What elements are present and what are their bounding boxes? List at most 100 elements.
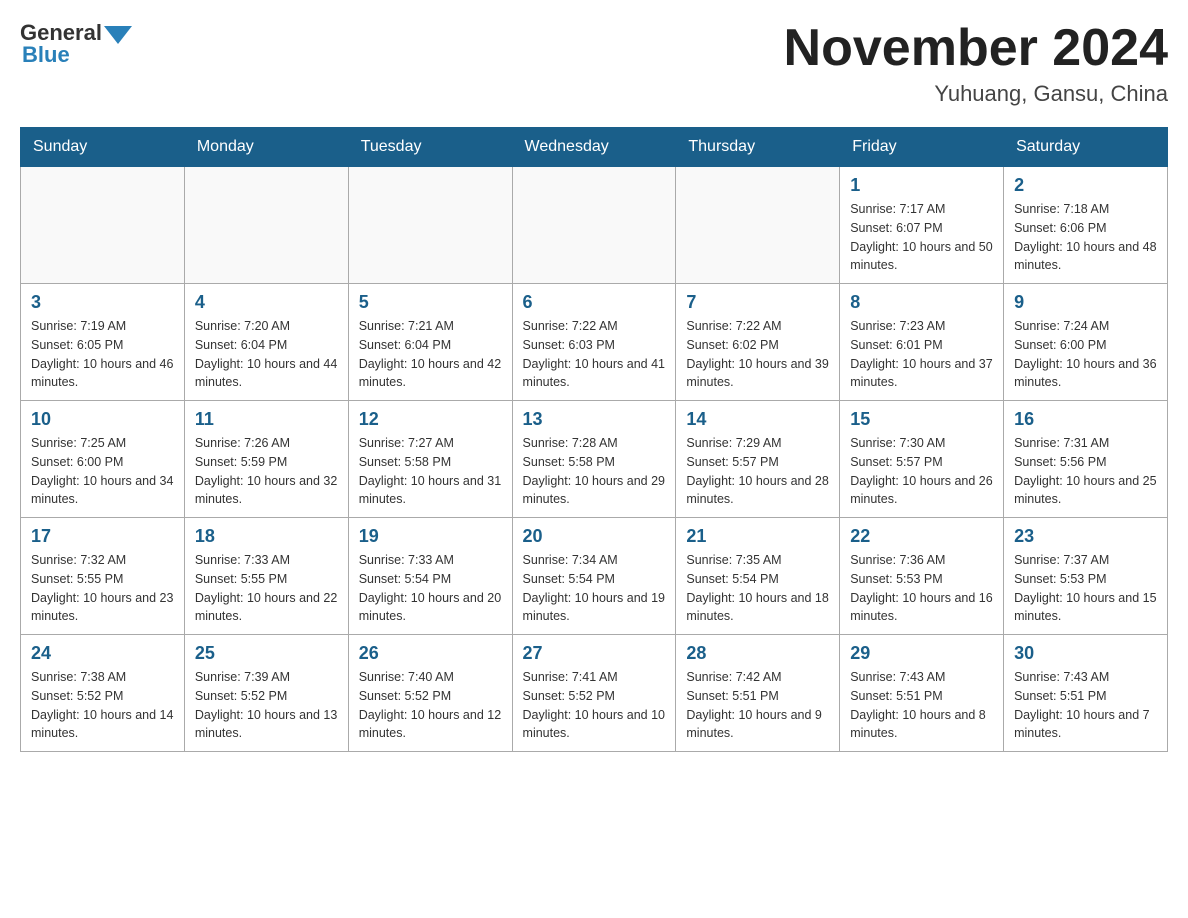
day-number: 16	[1014, 409, 1157, 430]
day-number: 5	[359, 292, 502, 313]
calendar-cell	[512, 167, 676, 284]
day-number: 22	[850, 526, 993, 547]
location-text: Yuhuang, Gansu, China	[784, 81, 1168, 107]
day-number: 1	[850, 175, 993, 196]
calendar-cell: 10 Sunrise: 7:25 AMSunset: 6:00 PMDayligh…	[21, 401, 185, 518]
day-number: 28	[686, 643, 829, 664]
calendar-cell: 16 Sunrise: 7:31 AMSunset: 5:56 PMDayligh…	[1004, 401, 1168, 518]
day-info: Sunrise: 7:28 AMSunset: 5:58 PMDaylight:…	[523, 434, 666, 509]
calendar-cell: 14 Sunrise: 7:29 AMSunset: 5:57 PMDayligh…	[676, 401, 840, 518]
calendar-cell: 30Sunrise: 7:43 AMSunset: 5:51 PMDayligh…	[1004, 635, 1168, 752]
calendar-cell: 26 Sunrise: 7:40 AMSunset: 5:52 PMDayligh…	[348, 635, 512, 752]
day-info: Sunrise: 7:18 AMSunset: 6:06 PMDaylight:…	[1014, 200, 1157, 275]
week-row-2: 3 Sunrise: 7:19 AMSunset: 6:05 PMDaylight…	[21, 284, 1168, 401]
day-info: Sunrise: 7:33 AMSunset: 5:54 PMDaylight:…	[359, 551, 502, 626]
day-info: Sunrise: 7:33 AMSunset: 5:55 PMDaylight:…	[195, 551, 338, 626]
calendar-cell: 23 Sunrise: 7:37 AMSunset: 5:53 PMDayligh…	[1004, 518, 1168, 635]
day-info: Sunrise: 7:37 AMSunset: 5:53 PMDaylight:…	[1014, 551, 1157, 626]
calendar-cell: 24 Sunrise: 7:38 AMSunset: 5:52 PMDayligh…	[21, 635, 185, 752]
day-info: Sunrise: 7:43 AMSunset: 5:51 PMDaylight:…	[850, 668, 993, 743]
weekday-header-row: SundayMondayTuesdayWednesdayThursdayFrid…	[21, 128, 1168, 167]
logo: General Blue	[20, 20, 134, 68]
weekday-header-monday: Monday	[184, 128, 348, 167]
day-info: Sunrise: 7:25 AMSunset: 6:00 PMDaylight:…	[31, 434, 174, 509]
day-info: Sunrise: 7:27 AMSunset: 5:58 PMDaylight:…	[359, 434, 502, 509]
calendar-cell: 6 Sunrise: 7:22 AMSunset: 6:03 PMDaylight…	[512, 284, 676, 401]
calendar-cell: 22 Sunrise: 7:36 AMSunset: 5:53 PMDayligh…	[840, 518, 1004, 635]
calendar-cell: 28 Sunrise: 7:42 AMSunset: 5:51 PMDayligh…	[676, 635, 840, 752]
calendar-table: SundayMondayTuesdayWednesdayThursdayFrid…	[20, 127, 1168, 752]
title-section: November 2024 Yuhuang, Gansu, China	[784, 20, 1168, 107]
weekday-header-wednesday: Wednesday	[512, 128, 676, 167]
calendar-cell: 9 Sunrise: 7:24 AMSunset: 6:00 PMDaylight…	[1004, 284, 1168, 401]
calendar-cell: 25Sunrise: 7:39 AMSunset: 5:52 PMDayligh…	[184, 635, 348, 752]
week-row-4: 17Sunrise: 7:32 AMSunset: 5:55 PMDayligh…	[21, 518, 1168, 635]
calendar-cell: 1 Sunrise: 7:17 AMSunset: 6:07 PMDaylight…	[840, 167, 1004, 284]
day-info: Sunrise: 7:34 AMSunset: 5:54 PMDaylight:…	[523, 551, 666, 626]
calendar-cell	[676, 167, 840, 284]
week-row-1: 1 Sunrise: 7:17 AMSunset: 6:07 PMDaylight…	[21, 167, 1168, 284]
day-info: Sunrise: 7:30 AMSunset: 5:57 PMDaylight:…	[850, 434, 993, 509]
weekday-header-friday: Friday	[840, 128, 1004, 167]
day-number: 6	[523, 292, 666, 313]
weekday-header-sunday: Sunday	[21, 128, 185, 167]
calendar-cell: 12 Sunrise: 7:27 AMSunset: 5:58 PMDayligh…	[348, 401, 512, 518]
day-info: Sunrise: 7:22 AMSunset: 6:02 PMDaylight:…	[686, 317, 829, 392]
day-number: 3	[31, 292, 174, 313]
day-number: 11	[195, 409, 338, 430]
day-number: 23	[1014, 526, 1157, 547]
day-number: 9	[1014, 292, 1157, 313]
day-number: 24	[31, 643, 174, 664]
calendar-cell	[348, 167, 512, 284]
day-info: Sunrise: 7:20 AMSunset: 6:04 PMDaylight:…	[195, 317, 338, 392]
calendar-cell: 8 Sunrise: 7:23 AMSunset: 6:01 PMDaylight…	[840, 284, 1004, 401]
day-info: Sunrise: 7:21 AMSunset: 6:04 PMDaylight:…	[359, 317, 502, 392]
day-number: 19	[359, 526, 502, 547]
day-info: Sunrise: 7:39 AMSunset: 5:52 PMDaylight:…	[195, 668, 338, 743]
calendar-cell	[184, 167, 348, 284]
page-header: General Blue November 2024 Yuhuang, Gans…	[20, 20, 1168, 107]
calendar-cell: 7 Sunrise: 7:22 AMSunset: 6:02 PMDaylight…	[676, 284, 840, 401]
weekday-header-tuesday: Tuesday	[348, 128, 512, 167]
calendar-cell: 13Sunrise: 7:28 AMSunset: 5:58 PMDayligh…	[512, 401, 676, 518]
day-info: Sunrise: 7:24 AMSunset: 6:00 PMDaylight:…	[1014, 317, 1157, 392]
logo-arrow-icon	[104, 26, 132, 44]
weekday-header-thursday: Thursday	[676, 128, 840, 167]
day-number: 26	[359, 643, 502, 664]
week-row-3: 10 Sunrise: 7:25 AMSunset: 6:00 PMDayligh…	[21, 401, 1168, 518]
calendar-cell: 20Sunrise: 7:34 AMSunset: 5:54 PMDayligh…	[512, 518, 676, 635]
day-number: 29	[850, 643, 993, 664]
calendar-cell	[21, 167, 185, 284]
day-number: 7	[686, 292, 829, 313]
calendar-cell: 4 Sunrise: 7:20 AMSunset: 6:04 PMDaylight…	[184, 284, 348, 401]
day-info: Sunrise: 7:22 AMSunset: 6:03 PMDaylight:…	[523, 317, 666, 392]
day-info: Sunrise: 7:19 AMSunset: 6:05 PMDaylight:…	[31, 317, 174, 392]
day-info: Sunrise: 7:32 AMSunset: 5:55 PMDaylight:…	[31, 551, 174, 626]
calendar-cell: 15 Sunrise: 7:30 AMSunset: 5:57 PMDayligh…	[840, 401, 1004, 518]
calendar-cell: 11 Sunrise: 7:26 AMSunset: 5:59 PMDayligh…	[184, 401, 348, 518]
day-info: Sunrise: 7:36 AMSunset: 5:53 PMDaylight:…	[850, 551, 993, 626]
day-info: Sunrise: 7:26 AMSunset: 5:59 PMDaylight:…	[195, 434, 338, 509]
day-number: 12	[359, 409, 502, 430]
weekday-header-saturday: Saturday	[1004, 128, 1168, 167]
day-number: 21	[686, 526, 829, 547]
calendar-cell: 21Sunrise: 7:35 AMSunset: 5:54 PMDayligh…	[676, 518, 840, 635]
day-number: 4	[195, 292, 338, 313]
day-info: Sunrise: 7:38 AMSunset: 5:52 PMDaylight:…	[31, 668, 174, 743]
calendar-cell: 29 Sunrise: 7:43 AMSunset: 5:51 PMDayligh…	[840, 635, 1004, 752]
calendar-cell: 2Sunrise: 7:18 AMSunset: 6:06 PMDaylight…	[1004, 167, 1168, 284]
day-info: Sunrise: 7:23 AMSunset: 6:01 PMDaylight:…	[850, 317, 993, 392]
day-number: 8	[850, 292, 993, 313]
day-info: Sunrise: 7:41 AMSunset: 5:52 PMDaylight:…	[523, 668, 666, 743]
calendar-cell: 18Sunrise: 7:33 AMSunset: 5:55 PMDayligh…	[184, 518, 348, 635]
day-info: Sunrise: 7:40 AMSunset: 5:52 PMDaylight:…	[359, 668, 502, 743]
day-number: 30	[1014, 643, 1157, 664]
day-info: Sunrise: 7:31 AMSunset: 5:56 PMDaylight:…	[1014, 434, 1157, 509]
day-info: Sunrise: 7:29 AMSunset: 5:57 PMDaylight:…	[686, 434, 829, 509]
week-row-5: 24 Sunrise: 7:38 AMSunset: 5:52 PMDayligh…	[21, 635, 1168, 752]
day-info: Sunrise: 7:42 AMSunset: 5:51 PMDaylight:…	[686, 668, 829, 743]
day-number: 14	[686, 409, 829, 430]
day-info: Sunrise: 7:17 AMSunset: 6:07 PMDaylight:…	[850, 200, 993, 275]
day-number: 15	[850, 409, 993, 430]
day-number: 10	[31, 409, 174, 430]
